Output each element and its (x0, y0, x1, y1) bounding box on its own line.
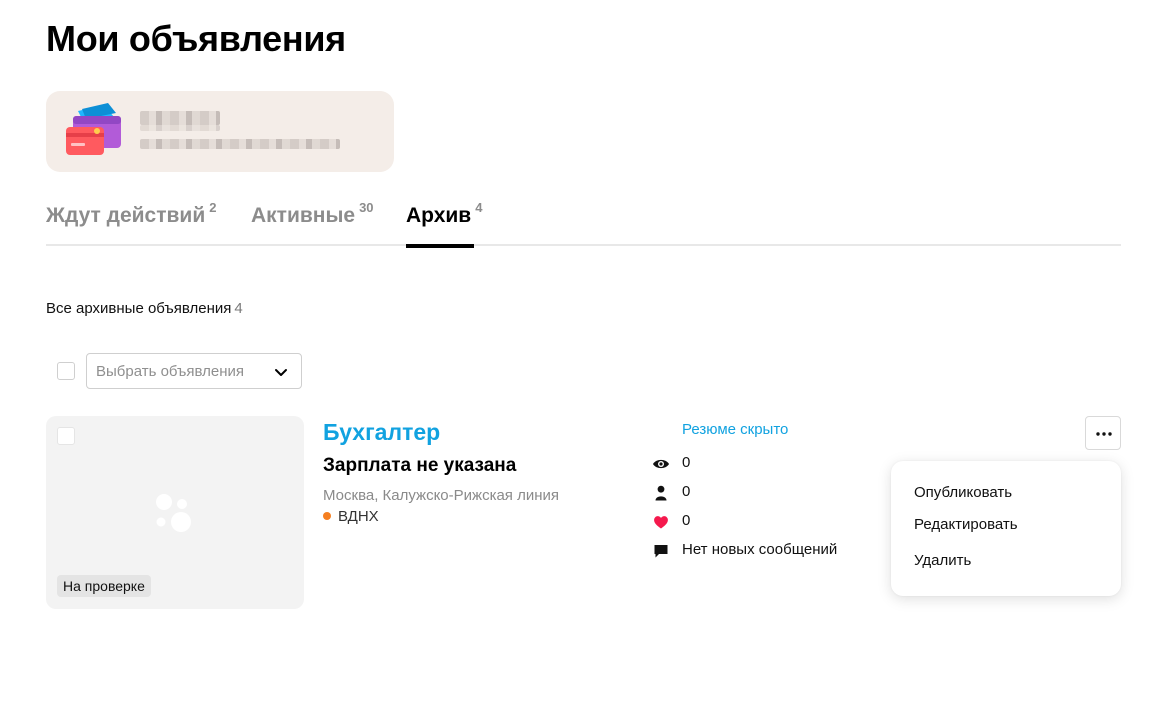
ad-checkbox[interactable] (57, 427, 75, 445)
placeholder-logo-icon (156, 494, 191, 532)
ad-metro: ВДНХ (323, 508, 379, 525)
wallet-icon (66, 103, 121, 155)
eye-icon (653, 459, 669, 469)
select-ads-placeholder: Выбрать объявления (96, 363, 245, 380)
more-dots-icon (1096, 432, 1112, 436)
section-caption-count: 4 (234, 300, 243, 317)
heart-icon (654, 516, 668, 529)
ad-salary: Зарплата не указана (323, 455, 517, 476)
ad-image[interactable]: На проверке (46, 416, 304, 609)
section-caption: Все архивные объявления 4 (46, 300, 243, 317)
tab-active[interactable]: Активные 30 (251, 200, 374, 246)
stat-contacts-value: 0 (682, 483, 691, 500)
ad-title-link[interactable]: Бухгалтер (323, 419, 440, 446)
chevron-down-icon (275, 369, 287, 376)
wallet-banner[interactable] (46, 91, 394, 172)
wallet-subtitle-redacted (140, 139, 340, 149)
page-title: Мои объявления (46, 18, 346, 59)
select-ads-dropdown[interactable]: Выбрать объявления (86, 353, 302, 389)
tab-label: Ждут действий (46, 204, 206, 227)
person-icon (655, 485, 667, 501)
tab-label: Активные (251, 204, 356, 227)
stat-favorites-value: 0 (682, 512, 691, 529)
resume-hidden-link[interactable]: Резюме скрыто (682, 421, 788, 438)
tab-count: 4 (475, 200, 483, 215)
tabs-bar: Ждут действий 2 Активные 30 Архив 4 (46, 200, 1121, 248)
tab-count: 2 (209, 200, 217, 215)
menu-item-edit[interactable]: Редактировать (914, 516, 1018, 533)
actions-menu: Опубликовать Редактировать Удалить (891, 461, 1121, 596)
ad-metro-name: ВДНХ (338, 508, 379, 525)
wallet-title-redacted (140, 111, 220, 125)
section-caption-label: Все архивные объявления (46, 300, 232, 317)
select-all-checkbox[interactable] (57, 362, 75, 380)
more-actions-button[interactable] (1085, 416, 1121, 450)
tab-label: Архив (406, 204, 472, 227)
tab-count: 30 (359, 200, 374, 215)
menu-item-publish[interactable]: Опубликовать (914, 484, 1012, 501)
tab-archive[interactable]: Архив 4 (406, 200, 483, 248)
ad-location: Москва, Калужско-Рижская линия (323, 487, 560, 504)
chat-bubble-icon (654, 545, 668, 558)
stat-messages-value: Нет новых сообщений (682, 541, 838, 558)
menu-item-delete[interactable]: Удалить (914, 552, 971, 569)
tab-awaiting-action[interactable]: Ждут действий 2 (46, 200, 216, 246)
status-badge: На проверке (57, 575, 151, 597)
stat-views-value: 0 (682, 454, 691, 471)
metro-line-dot-icon (323, 512, 331, 520)
wallet-title-redacted-shadow (140, 125, 220, 131)
